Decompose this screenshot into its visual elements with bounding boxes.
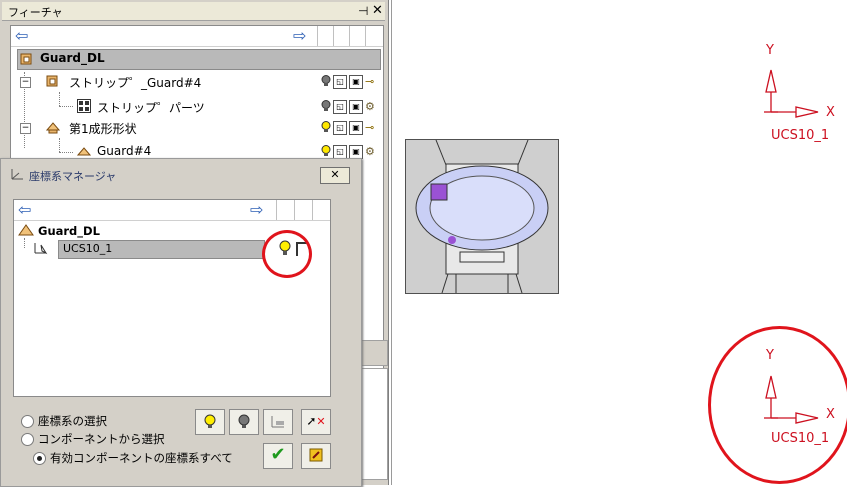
- coordinate-manager-dialog: 座標系マネージャ ✕ ⇦ ⇨ Guard_DL UCS10_1 座標系の選択 コ…: [0, 158, 362, 487]
- feature-panel-titlebar: フィーチャ ⊣ ✕: [2, 2, 385, 21]
- tree-row[interactable]: − 第1成形形状 ◱ ▣ ⊸: [11, 118, 383, 138]
- tree-item-label: 第1成形形状: [69, 122, 137, 136]
- bulb-on-icon[interactable]: [321, 121, 331, 133]
- tree-row[interactable]: ストリップ゜パーツ ◱ ▣ ⚙: [11, 96, 383, 116]
- gear-icon[interactable]: ⚙: [365, 100, 375, 114]
- part-icon: [77, 147, 91, 156]
- assembly-icon: [20, 53, 32, 65]
- hide-button[interactable]: [229, 409, 259, 435]
- strip-icon: [46, 75, 58, 87]
- dialog-title: 座標系マネージャ: [29, 170, 117, 183]
- display-icon[interactable]: ◱: [333, 121, 347, 135]
- dialog-titlebar[interactable]: 座標系マネージャ ✕: [1, 159, 361, 187]
- radio-button-selected[interactable]: [33, 452, 46, 465]
- axes-icon: [271, 416, 284, 428]
- radio-option[interactable]: コンポーネントから選択: [21, 431, 165, 447]
- forward-arrow-icon[interactable]: ⇨: [293, 26, 306, 45]
- bulb-off-icon[interactable]: [321, 75, 331, 87]
- feature-panel-title: フィーチャ: [8, 6, 63, 19]
- display-icon[interactable]: ◱: [333, 75, 347, 89]
- model-preview-image: [406, 139, 558, 294]
- x-axis-label: X: [826, 105, 835, 120]
- assembly-icon: [18, 224, 34, 236]
- tree-row[interactable]: − ストリップ゜_Guard#4 ◱ ▣ ⊸: [11, 72, 383, 92]
- tree-item-label: ストリップ゜パーツ: [97, 101, 205, 115]
- radio-option[interactable]: 有効コンポーネントの座標系すべて: [33, 450, 233, 466]
- apply-button[interactable]: [301, 443, 331, 469]
- state-icons: ◱ ▣ ⊸: [321, 75, 374, 89]
- toolbar-divider: [365, 26, 366, 46]
- delete-icon: ✕: [316, 415, 326, 428]
- forward-arrow-icon[interactable]: ⇨: [250, 200, 263, 219]
- close-icon[interactable]: ✕: [372, 3, 383, 18]
- new-ucs-button[interactable]: [263, 409, 293, 435]
- bulb-off-icon[interactable]: [321, 100, 331, 112]
- radio-button[interactable]: [21, 433, 34, 446]
- radio-button[interactable]: [21, 415, 34, 428]
- tree-line: [24, 238, 25, 248]
- cube-icon[interactable]: ▣: [349, 75, 363, 89]
- highlight-circle: [708, 326, 847, 484]
- tree-item-label: Guard#4: [97, 144, 152, 158]
- back-arrow-icon[interactable]: ⇦: [18, 200, 31, 219]
- viewport-border: [391, 0, 392, 485]
- ucs-item-label: UCS10_1: [63, 242, 113, 255]
- radio-label: 有効コンポーネントの座標系すべて: [50, 451, 233, 465]
- parts-icon: [77, 99, 91, 113]
- collapse-toggle[interactable]: −: [20, 77, 31, 88]
- tree-root-label: Guard_DL: [40, 51, 105, 65]
- delete-button[interactable]: ➚✕: [301, 409, 331, 435]
- ok-button[interactable]: ✔: [263, 443, 293, 469]
- ucs-marker-top: Y X UCS10_1: [760, 40, 847, 145]
- toolbar-divider: [294, 200, 295, 220]
- bulb-on-icon[interactable]: [321, 145, 331, 157]
- radio-label: コンポーネントから選択: [38, 432, 165, 446]
- tree-root-row[interactable]: Guard_DL: [17, 49, 381, 70]
- toolbar-divider: [317, 26, 318, 46]
- cube-icon[interactable]: ▣: [349, 145, 363, 159]
- toolbar-divider: [312, 200, 313, 220]
- axes-icon: [11, 169, 23, 180]
- y-axis-label: Y: [766, 43, 774, 58]
- tree-root-label: Guard_DL: [38, 224, 100, 238]
- display-icon[interactable]: ◱: [333, 100, 347, 114]
- model-preview: [405, 139, 559, 294]
- collapse-toggle[interactable]: −: [20, 123, 31, 134]
- ucs-name-label: UCS10_1: [771, 128, 830, 143]
- toolbar-divider: [333, 26, 334, 46]
- bulb-off-icon: [238, 414, 250, 428]
- state-icons: ◱ ▣ ⚙: [321, 145, 375, 159]
- toolbar-divider: [276, 200, 277, 220]
- cube-icon[interactable]: ▣: [349, 121, 363, 135]
- back-arrow-icon[interactable]: ⇦: [15, 26, 28, 45]
- state-icons: ◱ ▣ ⚙: [321, 100, 375, 114]
- forming-icon: [46, 122, 60, 134]
- ucs-axes-icon: [34, 243, 48, 255]
- link-icon[interactable]: ⊸: [365, 121, 374, 135]
- show-button[interactable]: [195, 409, 225, 435]
- cube-icon[interactable]: ▣: [349, 100, 363, 114]
- tree-item-label: ストリップ゜_Guard#4: [69, 76, 202, 90]
- radio-label: 座標系の選択: [38, 414, 107, 428]
- pin-icon[interactable]: ⊣: [358, 4, 368, 18]
- coordinate-tree-toolbar: ⇦ ⇨: [14, 200, 330, 221]
- link-icon[interactable]: ⊸: [365, 75, 374, 89]
- gear-icon[interactable]: ⚙: [365, 145, 375, 159]
- bulb-on-icon: [204, 414, 216, 428]
- panel-tab[interactable]: [360, 340, 388, 366]
- ucs-tree-item[interactable]: UCS10_1: [58, 240, 265, 259]
- apply-icon: [309, 448, 323, 462]
- toolbar-divider: [349, 26, 350, 46]
- cursor-icon: ➚: [306, 414, 317, 428]
- panel-area: [360, 368, 388, 480]
- dialog-close-button[interactable]: ✕: [320, 167, 350, 184]
- checkmark-icon: ✔: [270, 444, 286, 465]
- highlight-circle: [262, 230, 312, 278]
- display-icon[interactable]: ◱: [333, 145, 347, 159]
- state-icons: ◱ ▣ ⊸: [321, 121, 374, 135]
- radio-option[interactable]: 座標系の選択: [21, 413, 107, 429]
- coordinate-tree: ⇦ ⇨ Guard_DL UCS10_1: [13, 199, 331, 397]
- feature-tree-toolbar: ⇦ ⇨: [11, 26, 383, 47]
